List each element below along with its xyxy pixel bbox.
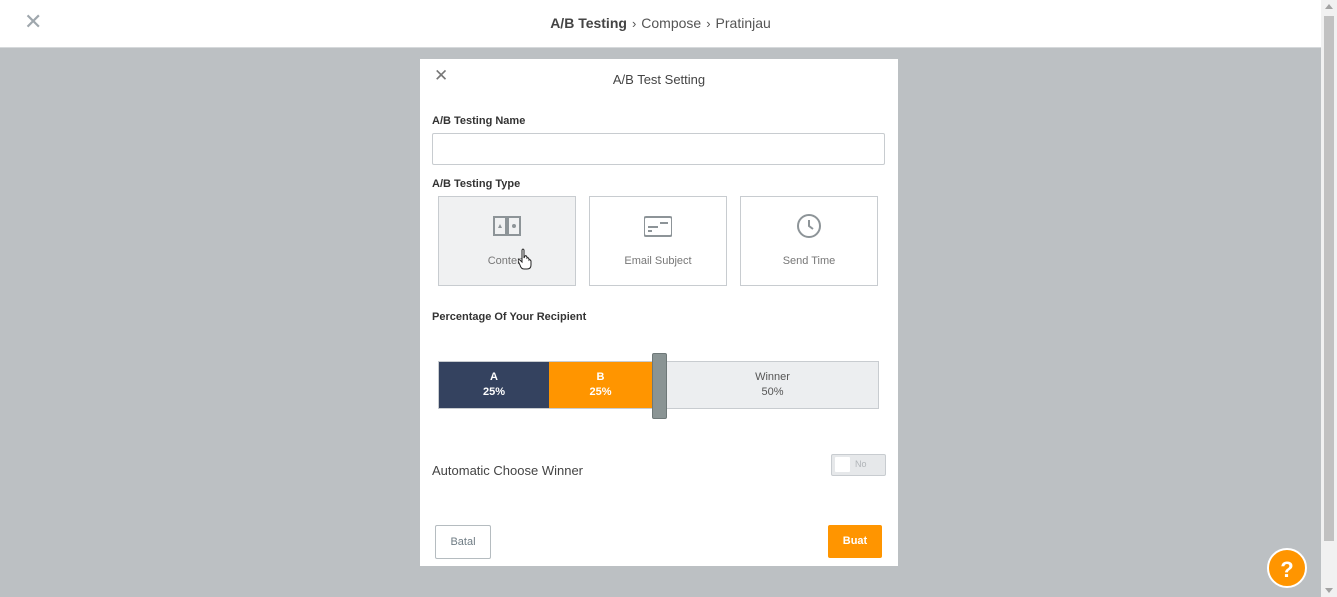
breadcrumb-item-ab-testing[interactable]: A/B Testing (550, 15, 627, 31)
type-card-label: Content (487, 255, 527, 267)
breadcrumb-item-pratinjau[interactable]: Pratinjau (716, 15, 771, 31)
auto-winner-toggle[interactable]: No (831, 454, 886, 476)
chevron-right-icon: › (706, 16, 711, 31)
segment-name: A (490, 371, 498, 383)
segment-percent: 25% (589, 386, 612, 398)
auto-winner-label: Automatic Choose Winner (432, 463, 584, 478)
email-subject-icon (644, 216, 672, 237)
split-segment-winner: Winner 50% (667, 362, 878, 408)
chevron-right-icon: › (631, 16, 637, 31)
top-bar: ✕ A/B Testing › Compose › Pratinjau (0, 0, 1321, 48)
type-card-content[interactable]: Content (438, 196, 576, 286)
type-card-email-subject[interactable]: Email Subject (589, 196, 727, 286)
segment-percent: 25% (482, 386, 506, 398)
content-split-icon (493, 216, 521, 236)
type-card-label: Email Subject (624, 255, 692, 267)
cancel-button[interactable]: Batal (435, 525, 491, 559)
type-card-send-time[interactable]: Send Time (740, 196, 878, 286)
segment-name: B (596, 371, 605, 383)
breadcrumb-item-compose[interactable]: Compose (641, 15, 701, 31)
scroll-down-arrow-icon[interactable] (1325, 588, 1333, 593)
toggle-text: No (855, 459, 867, 469)
clock-icon (797, 214, 821, 238)
segment-percent: 50% (761, 386, 784, 398)
split-drag-handle[interactable] (652, 353, 667, 419)
percentage-label: Percentage Of Your Recipient (432, 311, 587, 323)
breadcrumb: A/B Testing › Compose › Pratinjau (0, 15, 1321, 31)
ab-testing-name-input[interactable] (432, 133, 885, 165)
name-label: A/B Testing Name (432, 115, 526, 127)
split-segment-b: B 25% (549, 362, 652, 408)
page-scrollbar[interactable] (1321, 0, 1337, 597)
help-button[interactable]: ? (1267, 548, 1307, 588)
toggle-knob (835, 457, 850, 472)
split-segment-a: A 25% (439, 362, 549, 408)
ab-test-setting-modal: ✕ A/B Test Setting A/B Testing Name A/B … (420, 59, 898, 566)
modal-title: A/B Test Setting (612, 72, 706, 87)
type-label: A/B Testing Type (432, 178, 521, 190)
hand-pointer-cursor-icon (518, 248, 532, 270)
type-card-label: Send Time (782, 255, 836, 267)
scroll-up-arrow-icon[interactable] (1325, 4, 1333, 9)
scrollbar-thumb[interactable] (1324, 16, 1334, 541)
create-button[interactable]: Buat (828, 525, 882, 558)
segment-name: Winner (755, 371, 790, 383)
